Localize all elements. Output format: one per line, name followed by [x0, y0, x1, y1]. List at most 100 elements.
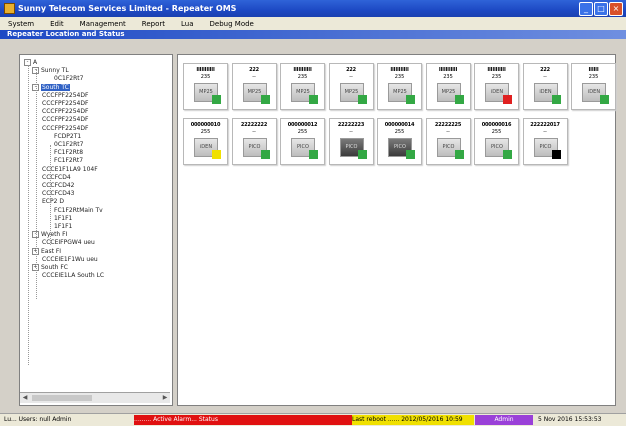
status-indicator [309, 150, 318, 159]
tree-horizontal-scrollbar[interactable]: ◀ ▶ [20, 392, 170, 403]
location-tree[interactable]: - A - Sunny TL 0C1F2Rt7- South TC CCCFPF2254DF… [19, 54, 173, 406]
repeater-id: IIIIIIIIIII [293, 67, 312, 73]
tree-node[interactable]: FC1F2Rt8 [54, 149, 83, 157]
status-indicator [551, 150, 561, 159]
repeater-id: IIIIIIIIIII [438, 67, 458, 73]
repeater-channel: -- [543, 74, 547, 80]
tree-node-label: CCCEIE1LA South LC [42, 272, 105, 280]
repeater-channel: 255 [297, 129, 308, 135]
repeater-id: IIIIIIIIIII [196, 67, 215, 73]
tree-node[interactable]: -A [24, 59, 37, 67]
repeater-id: 222 [346, 67, 356, 73]
tree-node[interactable]: + South FC [32, 264, 68, 272]
tree-node[interactable]: - Sunny TL [32, 67, 69, 75]
tree-node[interactable]: FCDP2T1 [54, 133, 81, 141]
status-indicator [454, 95, 464, 104]
repeater-tile[interactable]: 000000014 255 PICO [377, 118, 422, 165]
tree-node[interactable]: 1F1F1 [54, 223, 72, 231]
repeater-id: 000000010 [190, 122, 221, 128]
status-indicator [406, 95, 415, 104]
scroll-thumb[interactable] [32, 395, 92, 401]
repeater-tile[interactable]: IIIIIIIIIII 235 MP25 [183, 63, 228, 110]
tree-node[interactable]: CCCEIE1LA South LC [42, 272, 104, 280]
repeater-tile[interactable]: 22222222 -- PICO [231, 118, 277, 165]
repeater-channel: 235 [297, 74, 308, 80]
menu-lua[interactable]: Lua [173, 20, 202, 28]
repeater-tile[interactable]: 222 -- MP25 [328, 63, 374, 110]
tree-node[interactable]: CCCFPF2254DF [42, 100, 88, 108]
tree-node[interactable]: CCCFCD4 [42, 174, 71, 182]
scroll-right-icon[interactable]: ▶ [161, 394, 169, 402]
tree-node[interactable]: ECP2 D [42, 198, 64, 206]
repeater-tile[interactable]: IIIIIIIIIII 235 MP25 [425, 63, 471, 110]
menu-management[interactable]: Management [72, 20, 134, 28]
close-button[interactable]: × [609, 2, 623, 16]
minimize-button[interactable]: _ [579, 2, 593, 16]
tree-node-label: CCCFPF2254DF [42, 100, 89, 107]
status-indicator [357, 95, 367, 104]
tree-connector-line [28, 65, 29, 365]
status-indicator [260, 150, 270, 159]
tree-node[interactable]: CCCFPF2254DF [42, 92, 88, 100]
repeater-tile[interactable]: IIIIII 235 iDEN [571, 63, 616, 110]
status-indicator [309, 95, 318, 104]
tree-node[interactable]: 0C1F2Rt7 [54, 75, 83, 83]
menu-debug-mode[interactable]: Debug Mode [202, 20, 262, 28]
repeater-channel: 235 [443, 74, 453, 80]
status-indicator [503, 95, 512, 104]
window-title: Sunny Telecom Services Limited - Repeate… [18, 4, 237, 13]
repeater-tile[interactable]: 000000016 255 PICO [474, 118, 519, 165]
tree-node[interactable]: FC1F2RtMain Tv [54, 207, 103, 215]
repeater-tile[interactable]: 22222223 -- PICO [328, 118, 374, 165]
repeater-tile[interactable]: 000000010 255 iDEN [183, 118, 228, 165]
tree-node-label: CCCFPF2254DF [42, 116, 89, 124]
tree-node[interactable]: CCCFPF2254DF [42, 116, 88, 124]
status-user: Lu... Users: null Admin [4, 416, 72, 423]
tree-node[interactable]: CCCEIE1F1Wu ueu [42, 256, 98, 264]
tree-node-label: 1F1F1 [54, 223, 73, 230]
repeater-tile[interactable]: 000000012 255 PICO [280, 118, 325, 165]
repeater-channel: -- [349, 129, 353, 135]
menu-edit[interactable]: Edit [42, 20, 72, 28]
tree-node-label: CCCFPF2254DF [42, 108, 89, 116]
tree-node[interactable]: CCCFPF2254DF [42, 125, 88, 133]
repeater-channel: 235 [588, 74, 599, 80]
repeater-tile[interactable]: IIIIIIIIIII 235 MP25 [377, 63, 422, 110]
status-clock: 5 Nov 2016 15:53:53 [538, 416, 602, 423]
repeater-id: 000000014 [384, 122, 415, 128]
status-admin: Admin [475, 415, 533, 425]
tree-node-label: CCCFCD4 [42, 173, 71, 181]
repeater-id: 22222225 [434, 122, 462, 128]
repeater-id: 22222222 [240, 122, 268, 128]
repeater-tile[interactable]: 22222225 -- PICO [425, 118, 471, 165]
repeater-tile[interactable]: 222 -- MP25 [231, 63, 277, 110]
repeater-tile[interactable]: IIIIIIIIIII 235 MP25 [280, 63, 325, 110]
tree-node[interactable]: - South TC [32, 83, 70, 92]
tree-node-label: FC1F2Rt7 [54, 157, 84, 165]
tree-node[interactable]: 1F1F1 [54, 215, 72, 223]
repeater-id: IIIIIIIIIII [390, 67, 409, 73]
repeater-channel: -- [252, 74, 256, 80]
repeater-channel: -- [543, 129, 547, 135]
tree-node-label: 0C1F2Rt7 [54, 75, 84, 83]
repeater-tile[interactable]: 222222017 -- PICO [522, 118, 568, 165]
repeater-id: 222 [249, 67, 259, 73]
repeater-tile[interactable]: 222 -- iDEN [522, 63, 568, 110]
tree-node-label: FC1F2RtMain Tv [54, 206, 103, 214]
tree-node[interactable]: 0C1F2Rt7 [54, 141, 83, 149]
tree-node[interactable]: FC1F2Rt7 [54, 157, 83, 165]
status-indicator [406, 150, 415, 159]
tree-node[interactable]: CCCFCD42 [42, 182, 74, 190]
tree-node[interactable]: CCCFPF2254DF [42, 108, 88, 116]
repeater-channel: 255 [394, 129, 405, 135]
repeater-tile[interactable]: IIIIIIIIIII 235 iDEN [474, 63, 519, 110]
menu-system[interactable]: System [0, 20, 42, 28]
status-indicator [357, 150, 367, 159]
status-alarm[interactable]: ......... Active Alarm... Status [134, 415, 352, 425]
tree-connector-line [36, 69, 37, 299]
tree-node-label: 0C1F2Rt7 [54, 141, 84, 148]
tree-node[interactable]: CCCFCD43 [42, 190, 74, 198]
menu-report[interactable]: Report [134, 20, 173, 28]
maximize-button[interactable]: □ [594, 2, 608, 16]
scroll-left-icon[interactable]: ◀ [21, 394, 29, 402]
